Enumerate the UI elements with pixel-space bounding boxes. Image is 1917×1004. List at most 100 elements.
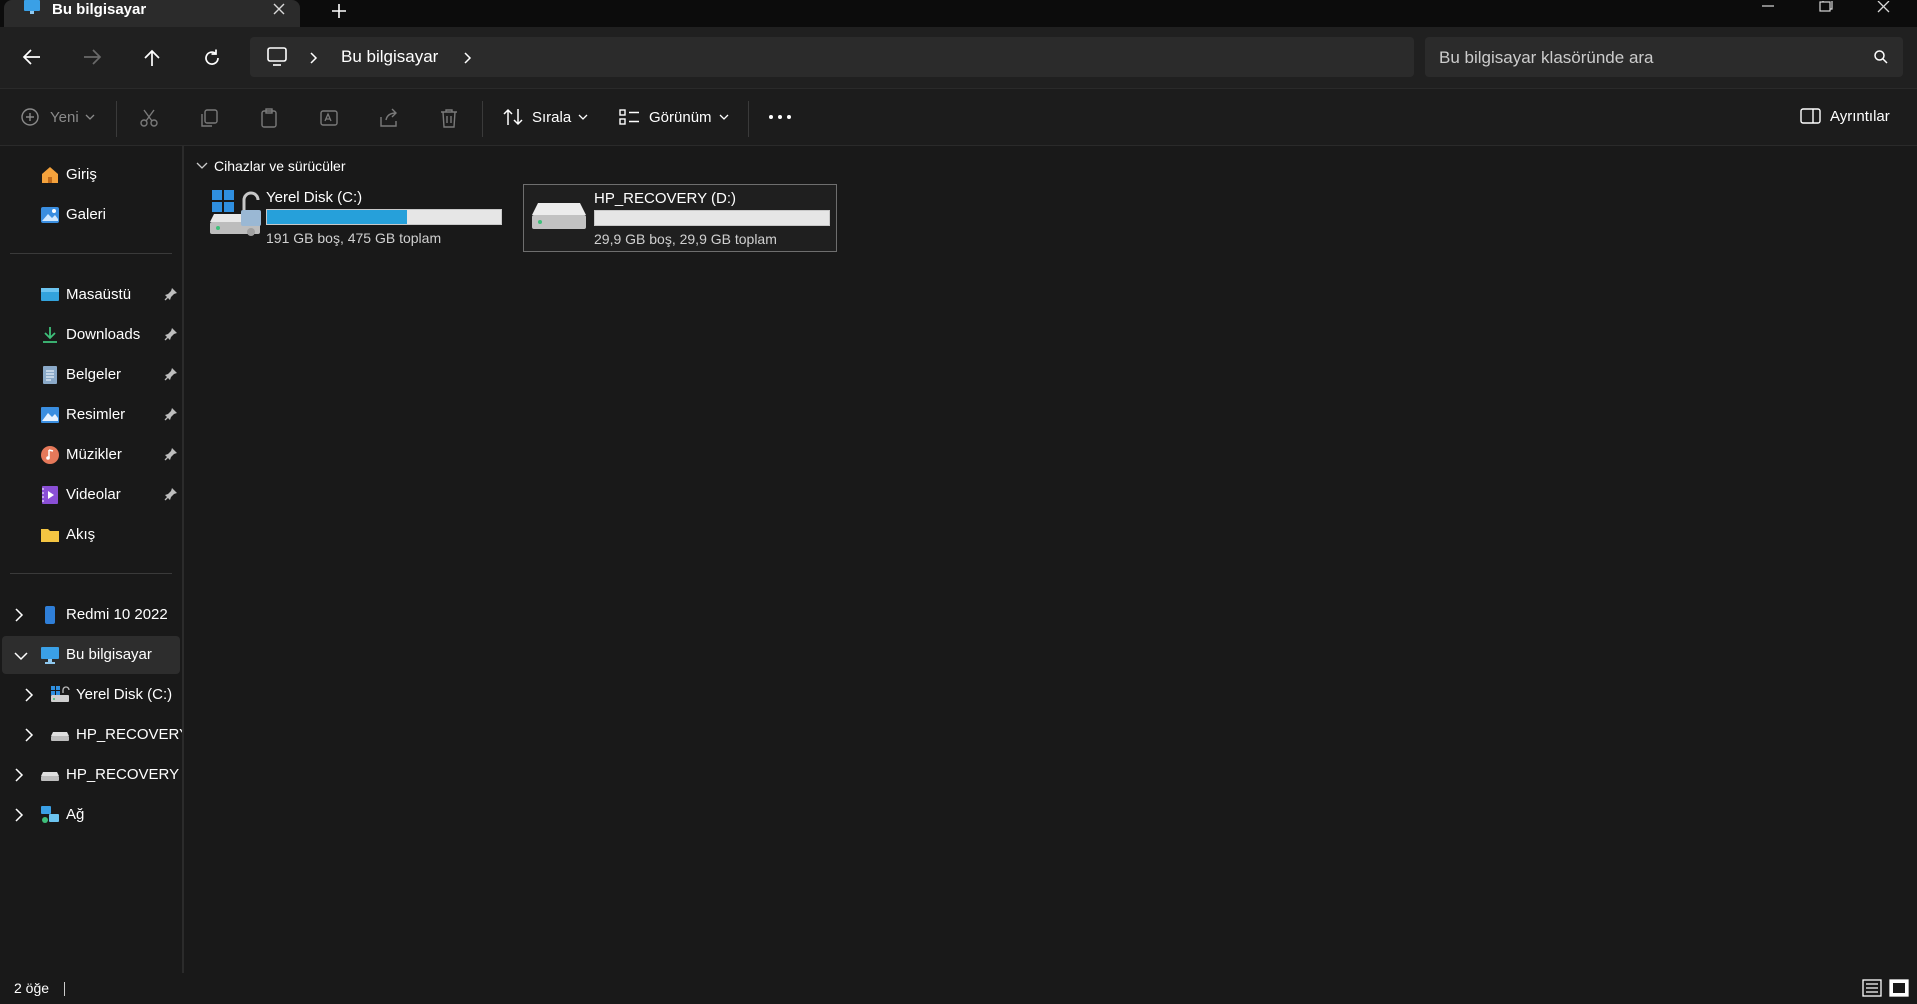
- sidebar-item-muzikler[interactable]: Müzikler: [0, 436, 182, 474]
- command-bar: Yeni Sırala Görünüm Ayrıntılar: [0, 88, 1917, 146]
- item-count: 2 öğe: [14, 980, 50, 996]
- chevron-right-icon[interactable]: [14, 608, 24, 626]
- usage-bar-fill: [267, 210, 407, 224]
- sidebar-item-label: Redmi 10 2022: [66, 606, 168, 623]
- arrow-up-icon[interactable]: [142, 48, 162, 72]
- new-label: Yeni: [50, 108, 79, 126]
- drive-tile-d[interactable]: HP_RECOVERY (D:) 29,9 GB boş, 29,9 GB to…: [523, 184, 837, 252]
- tab-bu-bilgisayar[interactable]: Bu bilgisayar: [4, 0, 300, 27]
- system-drive-icon: [50, 685, 72, 709]
- view-icon: [619, 109, 639, 125]
- breadcrumb[interactable]: Bu bilgisayar: [341, 47, 438, 67]
- delete-icon[interactable]: [438, 107, 460, 129]
- network-icon: [40, 805, 60, 829]
- sidebar-item-akis[interactable]: Akış: [0, 516, 182, 554]
- details-pane-button[interactable]: Ayrıntılar: [1800, 107, 1890, 125]
- drive-icon: [40, 765, 60, 789]
- more-options-icon[interactable]: [768, 113, 792, 121]
- sidebar-item-galeri[interactable]: Galeri: [0, 196, 182, 234]
- arrow-right-icon[interactable]: [82, 48, 102, 70]
- chevron-right-icon[interactable]: [14, 768, 24, 786]
- phone-icon: [40, 605, 60, 629]
- rename-icon[interactable]: [318, 107, 340, 129]
- chevron-right-icon[interactable]: [24, 688, 34, 706]
- drive-info: 29,9 GB boş, 29,9 GB toplam: [594, 231, 777, 247]
- drive-name: HP_RECOVERY (D:): [594, 190, 736, 207]
- folder-icon: [40, 525, 60, 549]
- monitor-icon: [40, 645, 60, 669]
- chevron-down-icon: [578, 114, 588, 120]
- videos-icon: [40, 485, 60, 509]
- sidebar-item-label: Masaüstü: [66, 286, 132, 303]
- sidebar-item-masaustu[interactable]: Masaüstü: [0, 276, 182, 314]
- new-tab-button[interactable]: [328, 0, 350, 26]
- address-bar[interactable]: Bu bilgisayar: [250, 37, 1414, 77]
- sidebar-item-yerel-disk[interactable]: Yerel Disk (C:): [0, 676, 182, 714]
- close-tab-icon[interactable]: [272, 2, 286, 20]
- tiles-view-icon[interactable]: [1889, 979, 1909, 1001]
- sidebar-item-label: HP_RECOVERY (: [76, 726, 182, 743]
- pin-icon[interactable]: [164, 287, 178, 305]
- sidebar-item-belgeler[interactable]: Belgeler: [0, 356, 182, 394]
- chevron-right-icon[interactable]: [462, 51, 472, 68]
- share-icon[interactable]: [378, 107, 400, 129]
- pin-icon[interactable]: [164, 367, 178, 385]
- pin-icon[interactable]: [164, 327, 178, 345]
- chevron-right-icon[interactable]: [308, 51, 318, 68]
- paste-icon[interactable]: [258, 107, 280, 129]
- search-placeholder: Bu bilgisayar klasöründe ara: [1439, 48, 1654, 67]
- cut-icon[interactable]: [138, 107, 160, 129]
- sidebar-item-label: HP_RECOVERY (D: [66, 766, 182, 783]
- drive-icon: [532, 195, 588, 239]
- pin-icon[interactable]: [164, 487, 178, 505]
- view-button[interactable]: Görünüm: [619, 107, 729, 127]
- pin-icon[interactable]: [164, 447, 178, 465]
- sidebar-item-giris[interactable]: Giriş: [0, 156, 182, 194]
- title-bar: Bu bilgisayar: [0, 0, 1917, 27]
- sort-button[interactable]: Sırala: [502, 107, 588, 127]
- usage-bar: [594, 210, 830, 226]
- pictures-icon: [40, 405, 60, 429]
- sidebar-item-label: Belgeler: [66, 366, 122, 383]
- sort-label: Sırala: [532, 108, 572, 126]
- pin-icon[interactable]: [164, 407, 178, 425]
- new-button[interactable]: Yeni: [20, 107, 95, 127]
- sidebar-item-hp-recovery[interactable]: HP_RECOVERY (D: [0, 756, 182, 794]
- sidebar-item-resimler[interactable]: Resimler: [0, 396, 182, 434]
- details-pane-icon: [1800, 108, 1821, 124]
- sidebar-item-ag[interactable]: Ağ: [0, 796, 182, 834]
- arrow-left-icon[interactable]: [22, 48, 42, 70]
- close-window-icon[interactable]: [1876, 0, 1892, 17]
- chevron-down-icon: [85, 114, 95, 120]
- documents-icon: [40, 365, 60, 389]
- details-view-icon[interactable]: [1862, 979, 1882, 1001]
- chevron-down-icon: [719, 114, 728, 120]
- tab-title: Bu bilgisayar: [52, 1, 147, 18]
- chevron-right-icon[interactable]: [14, 808, 24, 826]
- gallery-icon: [40, 205, 60, 229]
- file-view: Cihazlar ve sürücüler Yerel Disk (C:) 19…: [186, 146, 1917, 973]
- search-input[interactable]: Bu bilgisayar klasöründe ara: [1425, 37, 1903, 77]
- sidebar-item-bu-bilgisayar[interactable]: Bu bilgisayar: [2, 636, 180, 674]
- sidebar-item-label: Müzikler: [66, 446, 122, 463]
- search-icon[interactable]: [1873, 49, 1889, 69]
- sidebar-item-videolar[interactable]: Videolar: [0, 476, 182, 514]
- navigation-pane: Giriş Galeri Masaüstü Downloads Belgeler: [0, 146, 184, 973]
- copy-icon[interactable]: [198, 107, 220, 129]
- sidebar-item-redmi[interactable]: Redmi 10 2022: [0, 596, 182, 634]
- minimize-icon[interactable]: [1759, 0, 1777, 17]
- home-icon: [40, 165, 60, 189]
- refresh-icon[interactable]: [202, 48, 222, 72]
- restore-icon[interactable]: [1818, 0, 1834, 17]
- sidebar-item-label: Ağ: [66, 806, 85, 823]
- group-header[interactable]: Cihazlar ve sürücüler: [196, 158, 346, 174]
- sidebar-item-hp-recovery-child[interactable]: HP_RECOVERY (: [0, 716, 182, 754]
- chevron-right-icon[interactable]: [24, 728, 34, 746]
- sidebar-item-label: Giriş: [66, 166, 97, 183]
- drive-icon: [50, 725, 70, 749]
- status-bar: 2 öğe: [0, 973, 1917, 1004]
- drive-tile-c[interactable]: Yerel Disk (C:) 191 GB boş, 475 GB topla…: [196, 184, 510, 252]
- chevron-down-icon[interactable]: [14, 648, 28, 665]
- sidebar-item-downloads[interactable]: Downloads: [0, 316, 182, 354]
- view-label: Görünüm: [649, 108, 712, 126]
